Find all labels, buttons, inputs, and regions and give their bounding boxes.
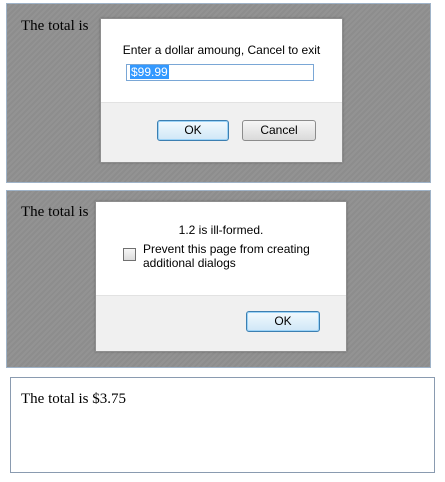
prevent-dialogs-checkbox[interactable] [123, 248, 136, 261]
dialog-footer: OK Cancel [101, 102, 342, 162]
dialog-body: Enter a dollar amoung, Cancel to exit $9… [101, 19, 342, 102]
total-text: The total is [21, 18, 89, 34]
amount-input[interactable]: $99.99 [126, 64, 314, 81]
total-text: The total is [21, 204, 89, 220]
prevent-dialogs-label[interactable]: Prevent this page from creating addition… [143, 242, 333, 270]
ok-button[interactable]: OK [246, 311, 320, 332]
total-result-text: The total is $3.75 [21, 391, 126, 407]
browser-page-with-prompt: The total is Enter a dollar amoung, Canc… [6, 3, 431, 183]
alert-dialog: 1.2 is ill-formed. Prevent this page fro… [95, 201, 347, 352]
prompt-dialog: Enter a dollar amoung, Cancel to exit $9… [100, 18, 343, 163]
prompt-message: Enter a dollar amoung, Cancel to exit [122, 43, 321, 57]
alert-message: 1.2 is ill-formed. [178, 223, 264, 237]
cancel-button[interactable]: Cancel [242, 120, 316, 141]
browser-page-result: The total is $3.75 [10, 377, 435, 473]
selected-input-value: $99.99 [130, 65, 169, 79]
ok-button[interactable]: OK [157, 120, 229, 141]
browser-page-with-alert: The total is 1.2 is ill-formed. Prevent … [6, 190, 431, 368]
dialog-body: 1.2 is ill-formed. Prevent this page fro… [96, 202, 346, 295]
dialog-footer: OK [96, 295, 346, 351]
